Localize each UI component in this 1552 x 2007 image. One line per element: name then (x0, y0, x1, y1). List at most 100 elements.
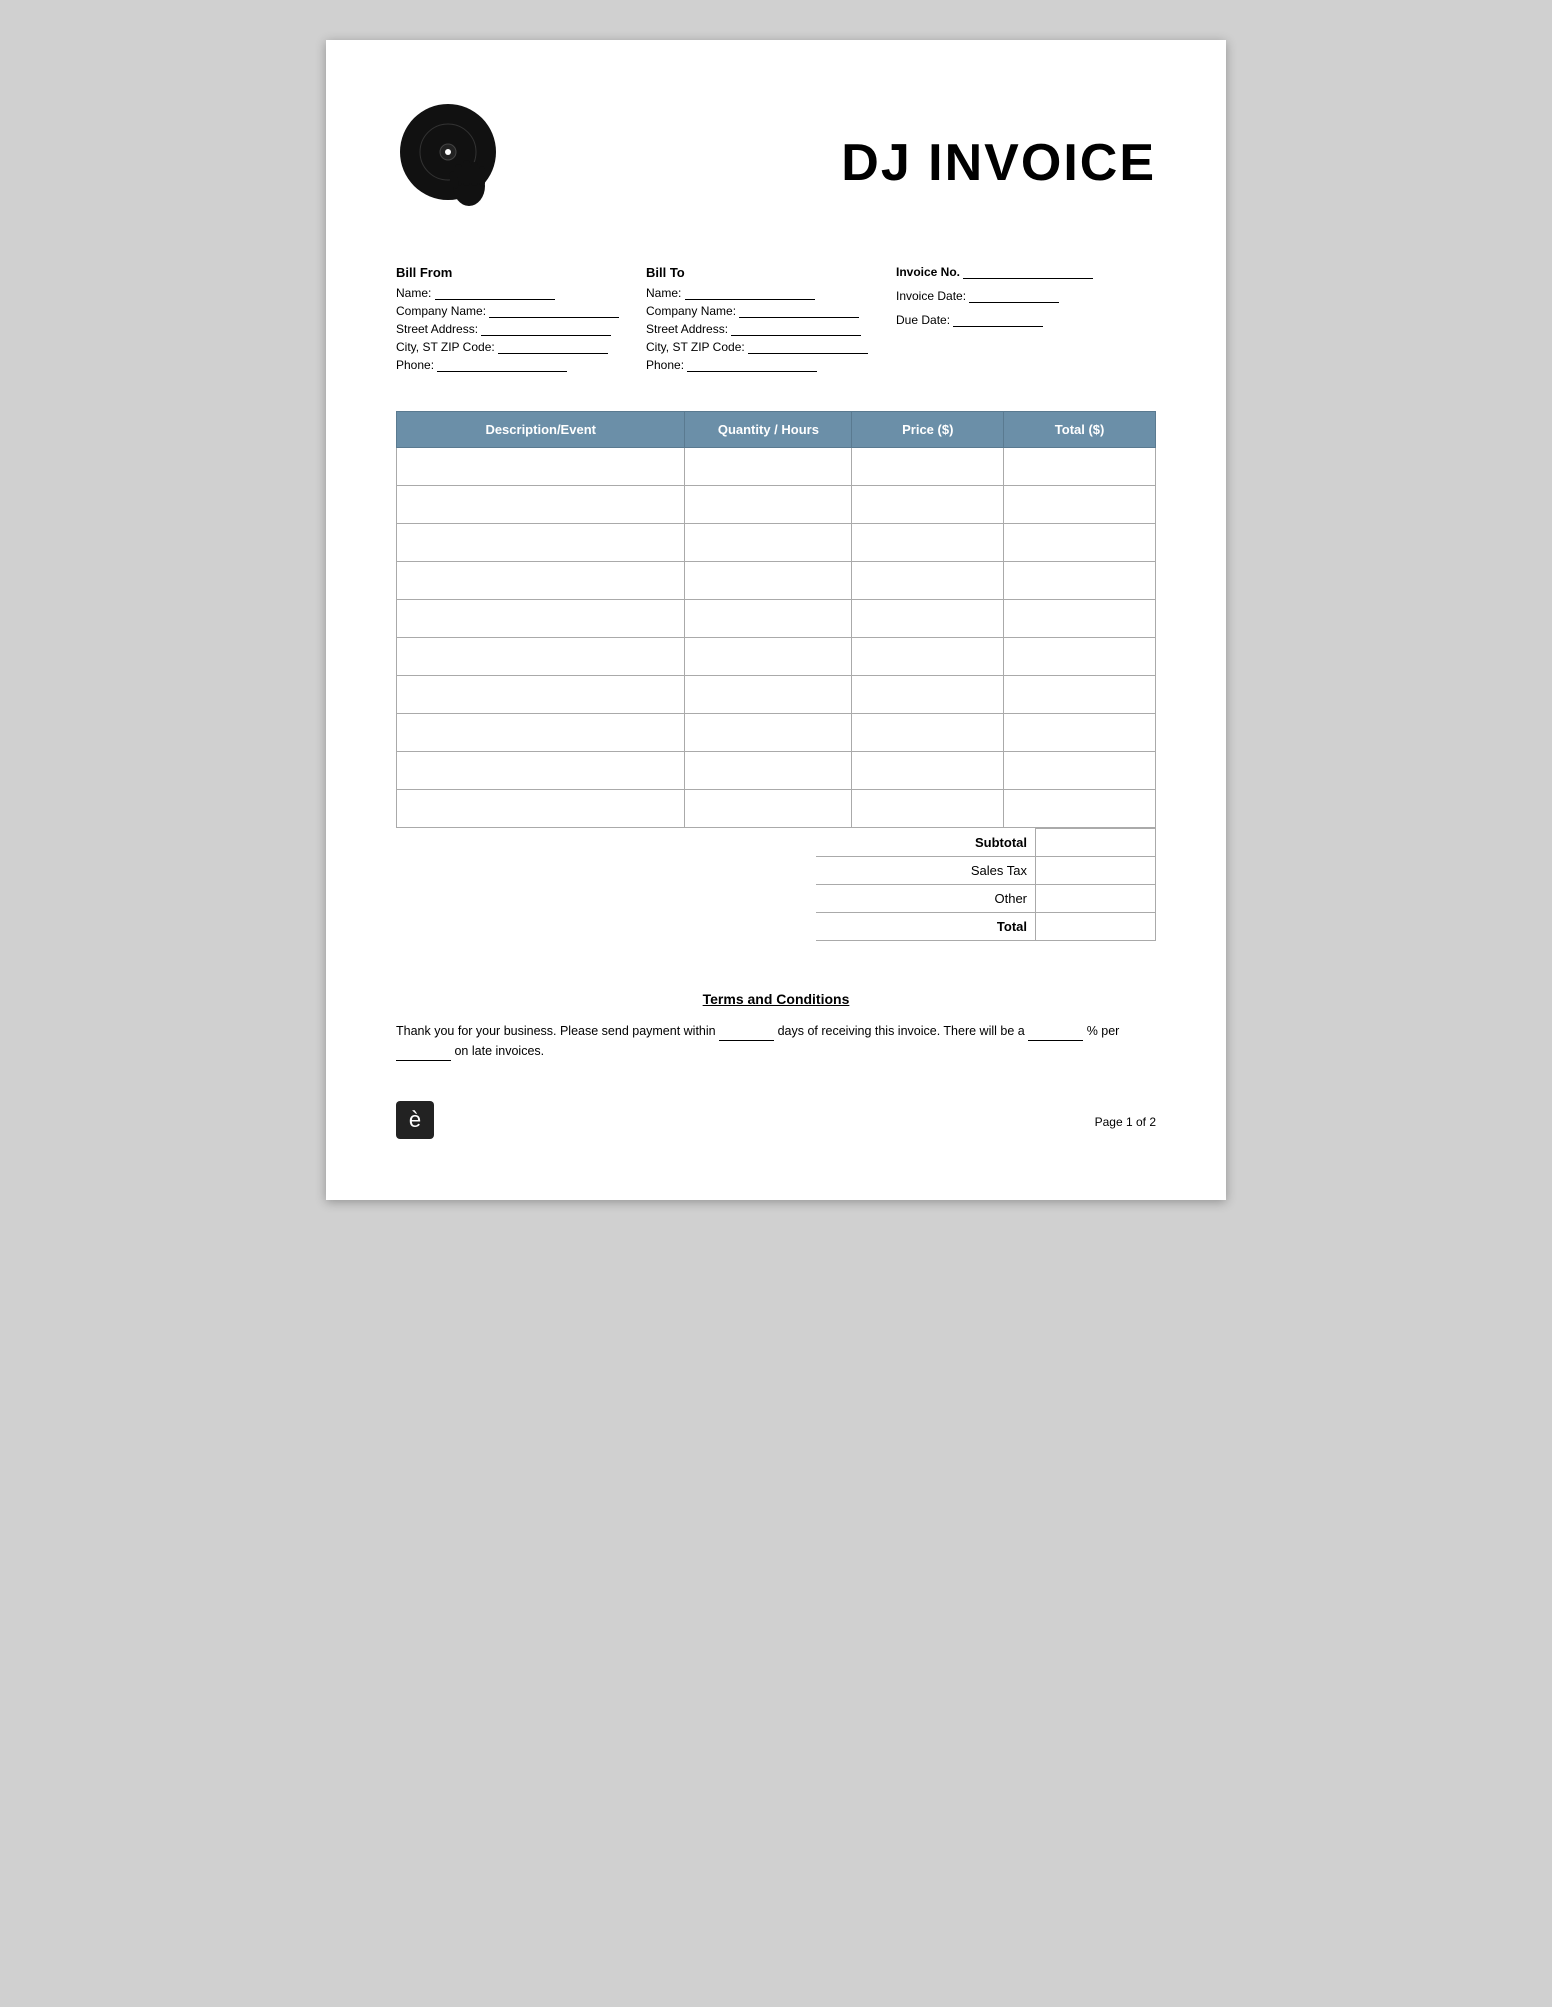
totals-table: Subtotal Sales Tax Other Total (816, 828, 1156, 941)
other-value (1036, 884, 1156, 912)
table-row (397, 638, 1156, 676)
table-cell (397, 714, 685, 752)
sales-tax-value (1036, 856, 1156, 884)
logo-area (396, 100, 556, 225)
table-cell (1004, 524, 1156, 562)
table-body (397, 448, 1156, 828)
table-cell (1004, 448, 1156, 486)
bill-from-phone: Phone: (396, 358, 646, 372)
table-cell (397, 600, 685, 638)
table-row (397, 448, 1156, 486)
bill-from-name: Name: (396, 286, 646, 300)
table-cell (1004, 600, 1156, 638)
table-cell (1004, 676, 1156, 714)
invoice-table: Description/Event Quantity / Hours Price… (396, 411, 1156, 828)
sales-tax-row: Sales Tax (816, 856, 1156, 884)
bill-section: Bill From Name: Company Name: Street Add… (396, 265, 1156, 376)
bill-from-company: Company Name: (396, 304, 646, 318)
table-cell (397, 524, 685, 562)
bill-to-phone: Phone: (646, 358, 896, 372)
other-row: Other (816, 884, 1156, 912)
blank-days (719, 1027, 774, 1041)
header-section: DJ INVOICE (396, 100, 1156, 225)
table-cell (1004, 562, 1156, 600)
subtotal-value (1036, 829, 1156, 857)
table-cell (685, 676, 852, 714)
sales-tax-label: Sales Tax (816, 856, 1036, 884)
table-cell (1004, 486, 1156, 524)
bill-from-column: Bill From Name: Company Name: Street Add… (396, 265, 646, 376)
table-cell (852, 676, 1004, 714)
table-cell (397, 562, 685, 600)
svg-text:è: è (409, 1106, 421, 1131)
invoice-page: DJ INVOICE Bill From Name: Company Name:… (326, 40, 1226, 1200)
dj-logo-icon (396, 100, 516, 220)
bill-to-city: City, ST ZIP Code: (646, 340, 896, 354)
total-value (1036, 912, 1156, 940)
footer-logo-icon: è (396, 1101, 434, 1139)
table-cell (397, 752, 685, 790)
blank-per (396, 1047, 451, 1061)
footer-page: Page 1 of 2 (1095, 1115, 1156, 1129)
table-cell (1004, 790, 1156, 828)
table-row (397, 562, 1156, 600)
invoice-no-line: Invoice No. (896, 265, 1156, 279)
table-cell (685, 448, 852, 486)
terms-text: Thank you for your business. Please send… (396, 1021, 1156, 1061)
table-row (397, 714, 1156, 752)
bill-to-street: Street Address: (646, 322, 896, 336)
bill-to-column: Bill To Name: Company Name: Street Addre… (646, 265, 896, 376)
due-date-line: Due Date: (896, 313, 1156, 327)
invoice-title-area: DJ INVOICE (556, 133, 1156, 193)
terms-section: Terms and Conditions Thank you for your … (396, 991, 1156, 1061)
table-cell (685, 600, 852, 638)
col-quantity: Quantity / Hours (685, 412, 852, 448)
bill-from-street: Street Address: (396, 322, 646, 336)
table-cell (852, 600, 1004, 638)
table-row (397, 600, 1156, 638)
table-cell (1004, 714, 1156, 752)
table-header-row: Description/Event Quantity / Hours Price… (397, 412, 1156, 448)
table-cell (685, 790, 852, 828)
table-cell (685, 714, 852, 752)
total-label: Total (816, 912, 1036, 940)
table-cell (852, 714, 1004, 752)
table-cell (852, 638, 1004, 676)
table-cell (685, 486, 852, 524)
footer: è Page 1 of 2 (396, 1101, 1156, 1144)
bill-from-city: City, ST ZIP Code: (396, 340, 646, 354)
invoice-title: DJ INVOICE (841, 134, 1156, 192)
invoice-date-line: Invoice Date: (896, 289, 1156, 303)
other-label: Other (816, 884, 1036, 912)
totals-section: Subtotal Sales Tax Other Total (396, 828, 1156, 941)
invoice-meta: Invoice No. Invoice Date: Due Date: (896, 265, 1156, 327)
bill-to-heading: Bill To (646, 265, 896, 280)
subtotal-label: Subtotal (816, 829, 1036, 857)
table-cell (397, 676, 685, 714)
table-cell (852, 562, 1004, 600)
table-cell (685, 638, 852, 676)
col-total: Total ($) (1004, 412, 1156, 448)
bill-to-company: Company Name: (646, 304, 896, 318)
table-cell (852, 752, 1004, 790)
terms-title: Terms and Conditions (396, 991, 1156, 1007)
table-row (397, 790, 1156, 828)
table-cell (685, 562, 852, 600)
col-price: Price ($) (852, 412, 1004, 448)
table-cell (1004, 638, 1156, 676)
table-cell (685, 524, 852, 562)
total-row: Total (816, 912, 1156, 940)
table-row (397, 676, 1156, 714)
bill-to-name: Name: (646, 286, 896, 300)
table-cell (397, 486, 685, 524)
subtotal-row: Subtotal (816, 829, 1156, 857)
table-header: Description/Event Quantity / Hours Price… (397, 412, 1156, 448)
table-row (397, 486, 1156, 524)
table-row (397, 752, 1156, 790)
invoice-meta-column: Invoice No. Invoice Date: Due Date: (896, 265, 1156, 376)
table-row (397, 524, 1156, 562)
bill-from-heading: Bill From (396, 265, 646, 280)
table-cell (852, 448, 1004, 486)
footer-logo-area: è (396, 1101, 434, 1144)
table-cell (397, 448, 685, 486)
